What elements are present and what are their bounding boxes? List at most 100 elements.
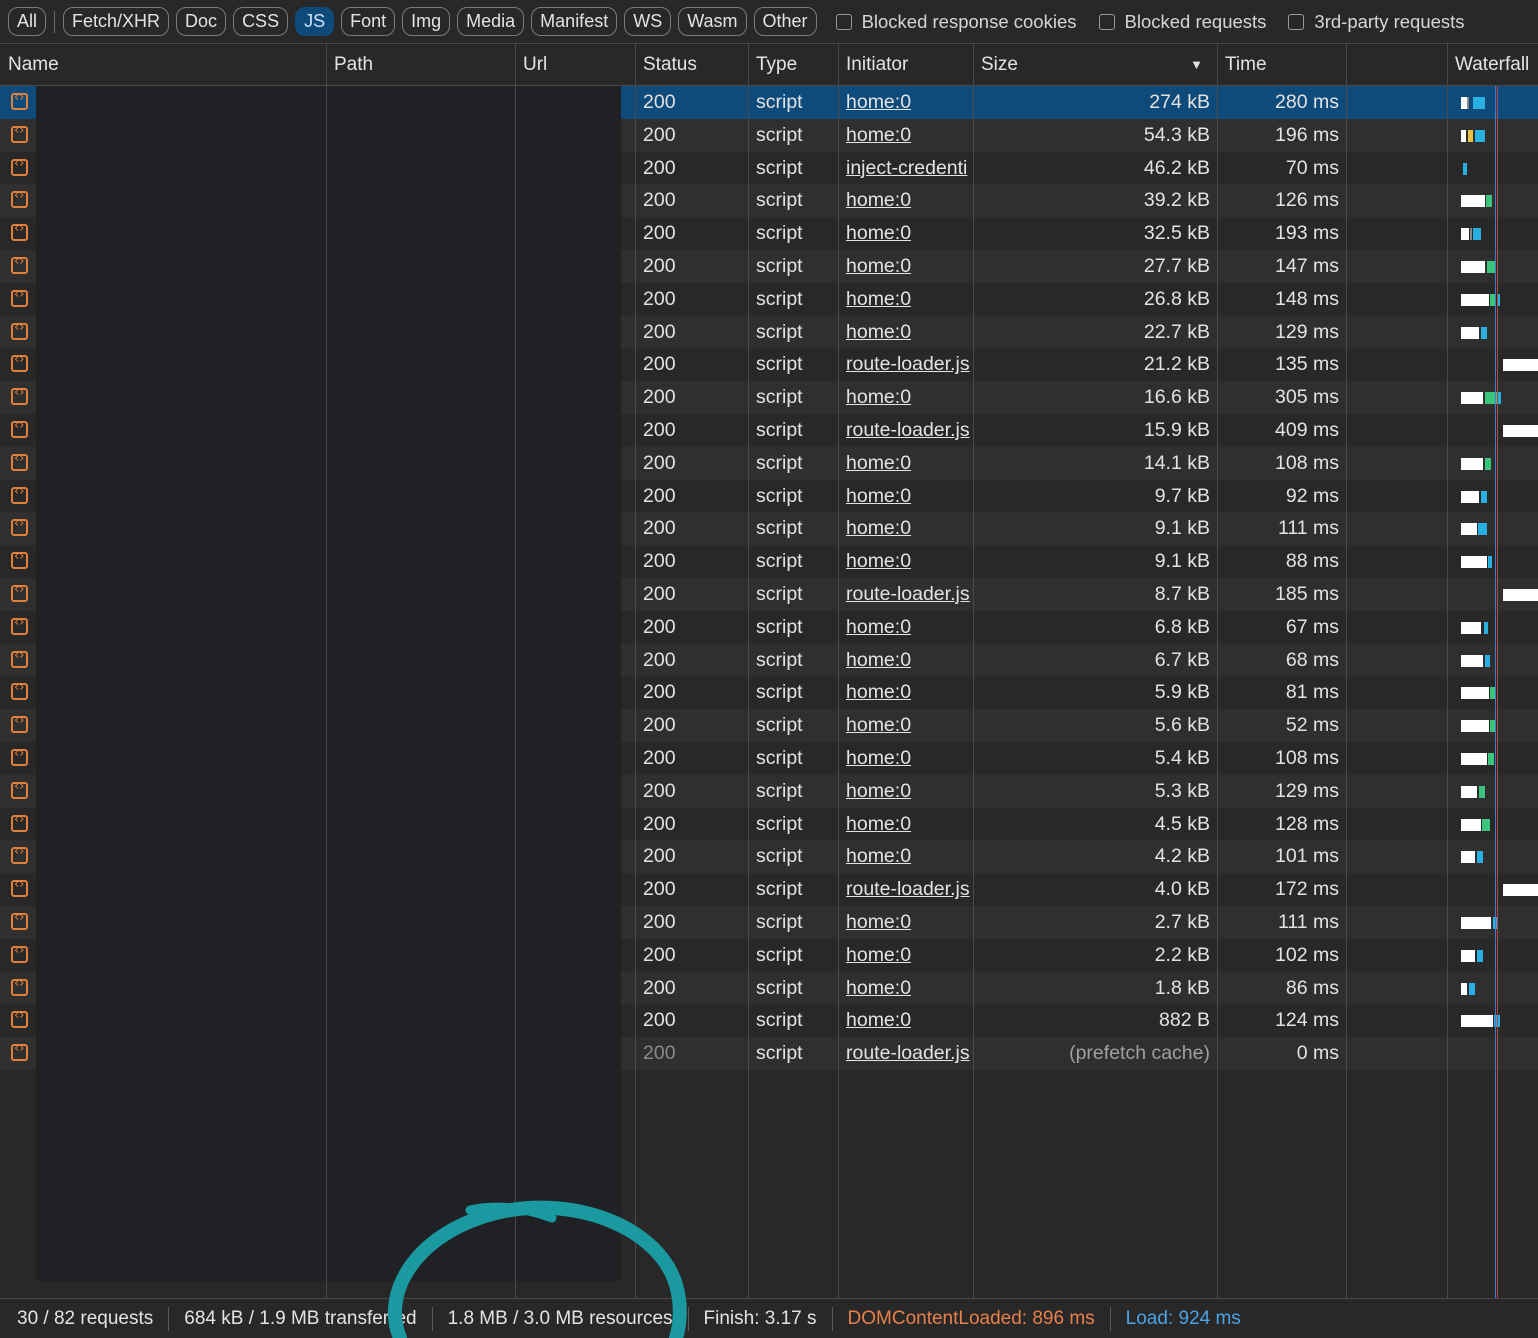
initiator-link[interactable]: home:0 [846,119,974,152]
waterfall-bar [1482,818,1490,831]
filter-chip-img[interactable]: Img [402,7,451,36]
column-header-time[interactable]: Time [1217,44,1346,86]
initiator-link[interactable]: inject-credenti [846,152,974,185]
time-cell: 129 ms [1275,320,1339,343]
initiator-link[interactable]: home:0 [846,1004,974,1037]
initiator-link[interactable]: home:0 [846,184,974,217]
js-file-icon [11,910,28,930]
checkbox-blocked-requests[interactable]: Blocked requests [1098,11,1266,33]
js-file-icon [11,287,28,307]
type-cell: script [756,615,803,638]
js-file-icon [11,648,28,668]
column-divider [1447,44,1448,1298]
filter-chip-css[interactable]: CSS [233,7,289,36]
waterfall-bar [1461,293,1489,306]
column-divider [635,44,636,1298]
type-cell: script [756,714,803,737]
initiator-link[interactable]: home:0 [846,611,974,644]
checkbox-box[interactable] [835,13,852,30]
initiator-link[interactable]: route-loader.js [846,578,974,611]
status-cell: 200 [643,484,676,507]
column-header-initiator[interactable]: Initiator [838,44,973,86]
js-file-icon [11,582,28,602]
column-header-status[interactable]: Status [635,44,748,86]
initiator-link[interactable]: home:0 [846,709,974,742]
table-header: Name Path Url Status Type Initiator Size… [0,44,1538,86]
type-cell: script [756,451,803,474]
js-file-icon [11,418,28,438]
status-cell: 200 [643,222,676,245]
initiator-link[interactable]: home:0 [846,283,974,316]
column-header-path[interactable]: Path [326,44,515,86]
initiator-link[interactable]: home:0 [846,447,974,480]
initiator-link[interactable]: home:0 [846,512,974,545]
column-divider [1346,44,1347,1298]
initiator-link[interactable]: home:0 [846,381,974,414]
initiator-link[interactable]: home:0 [846,480,974,513]
initiator-link[interactable]: home:0 [846,742,974,775]
initiator-link[interactable]: route-loader.js [846,414,974,447]
initiator-link[interactable]: route-loader.js [846,348,974,381]
column-header-waterfall[interactable]: Waterfall [1447,44,1538,86]
js-file-icon [11,615,28,635]
size-cell: 27.7 kB [1143,255,1210,277]
time-cell: 305 ms [1275,386,1339,409]
waterfall-bar [1488,753,1494,765]
checkbox-box[interactable] [1098,13,1115,30]
initiator-link[interactable]: home:0 [846,86,974,119]
type-cell: script [756,189,803,212]
initiator-link[interactable]: home:0 [846,906,974,939]
time-cell: 172 ms [1275,878,1339,901]
initiator-link[interactable]: route-loader.js [846,1037,974,1070]
size-cell: 882 B [1159,1009,1210,1032]
filter-chip-all[interactable]: All [8,7,47,36]
js-file-icon [11,123,28,143]
initiator-link[interactable]: route-loader.js [846,873,974,906]
filter-chip-font[interactable]: Font [341,7,396,36]
filter-chip-manifest[interactable]: Manifest [531,7,618,36]
size-cell: 9.7 kB [1154,484,1210,507]
filter-chip-js[interactable]: JS [295,7,335,36]
column-header-url[interactable]: Url [515,44,635,86]
js-file-icon [11,221,28,242]
initiator-link[interactable]: home:0 [846,316,974,349]
type-cell: script [756,878,803,901]
initiator-link[interactable]: home:0 [846,939,974,972]
time-cell: 86 ms [1285,976,1339,999]
type-cell: script [756,353,803,376]
status-cell: 200 [643,1042,676,1065]
checkbox-box[interactable] [1288,13,1305,30]
time-cell: 67 ms [1285,615,1339,638]
column-header-size[interactable]: Size ▼ [973,44,1217,86]
initiator-link[interactable]: home:0 [846,217,974,250]
filter-chip-doc[interactable]: Doc [176,7,227,36]
initiator-link[interactable]: home:0 [846,775,974,808]
initiator-link[interactable]: home:0 [846,808,974,841]
status-cell: 200 [643,812,676,835]
filter-chip-wasm[interactable]: Wasm [678,7,747,36]
filter-chip-ws[interactable]: WS [624,7,672,36]
column-header-type[interactable]: Type [748,44,838,86]
initiator-link[interactable]: home:0 [846,644,974,677]
filter-chip-fetch-xhr[interactable]: Fetch/XHR [63,7,170,36]
filter-bar: All Fetch/XHR Doc CSS JS Font Img Media Manifest… [0,0,1538,44]
time-cell: 126 ms [1275,189,1339,212]
column-divider [973,44,974,1298]
time-cell: 0 ms [1296,1042,1339,1065]
time-cell: 196 ms [1275,123,1339,146]
filter-chip-media[interactable]: Media [457,7,525,36]
separator [831,1306,833,1331]
initiator-link[interactable]: home:0 [846,840,974,873]
initiator-link[interactable]: home:0 [846,676,974,709]
checkbox-3rd-party-requests[interactable]: 3rd-party requests [1288,11,1465,33]
filter-chip-other[interactable]: Other [753,7,817,36]
initiator-link[interactable]: home:0 [846,545,974,578]
status-cell: 200 [643,189,676,212]
initiator-link[interactable]: home:0 [846,972,974,1005]
column-header-name[interactable]: Name [0,44,326,86]
checkbox-blocked-response-cookies[interactable]: Blocked response cookies [835,11,1077,33]
type-cell: script [756,91,803,113]
initiator-link[interactable]: home:0 [846,250,974,283]
time-cell: 111 ms [1277,911,1339,933]
size-cell: 5.6 kB [1154,714,1210,737]
